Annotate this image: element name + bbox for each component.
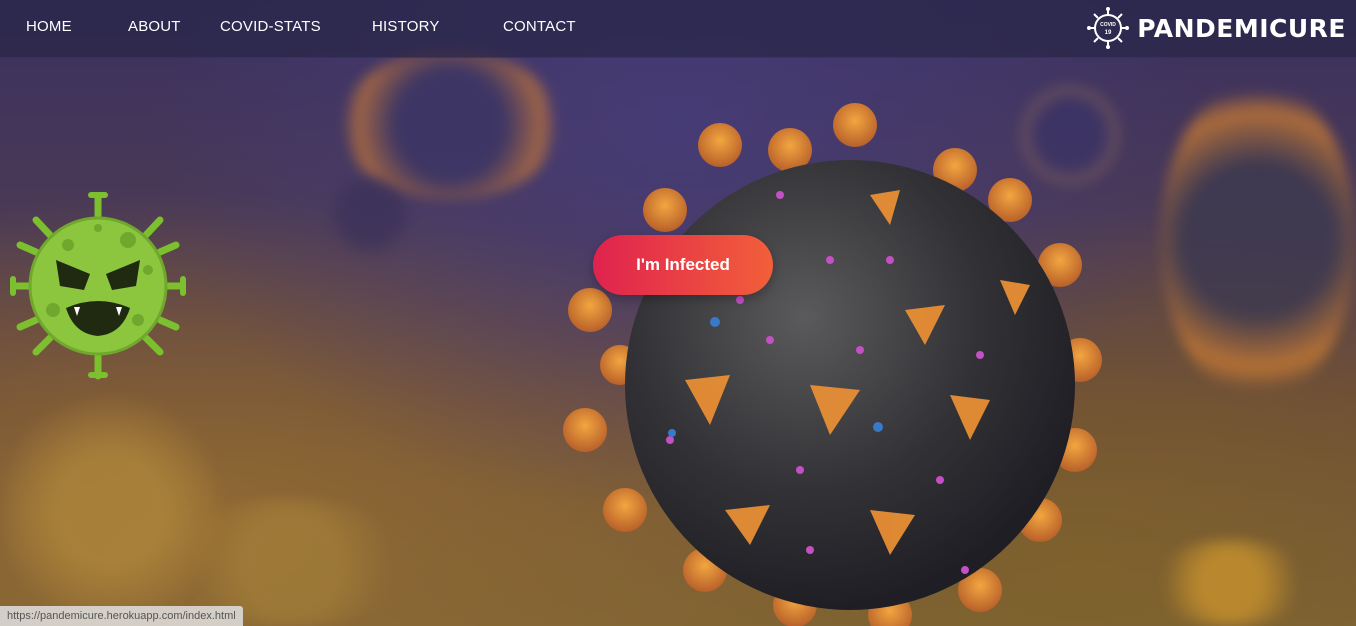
brand-name: PANDEMICURE <box>1137 13 1346 43</box>
logo-text-line1: COVID <box>1100 22 1116 28</box>
background-virus <box>330 175 410 255</box>
background-virus <box>1150 540 1310 626</box>
green-virus-mascot-icon <box>10 192 186 380</box>
logo-text-line2: 19 <box>1105 30 1112 36</box>
browser-status-url: https://pandemicure.herokuapp.com/index.… <box>0 606 243 626</box>
im-infected-button[interactable]: I'm Infected <box>593 235 773 295</box>
background-virus <box>1160 80 1356 400</box>
nav-home-link[interactable]: HOME <box>26 18 72 35</box>
nav-history-link[interactable]: HISTORY <box>372 18 440 35</box>
nav-contact-link[interactable]: CONTACT <box>503 18 576 35</box>
top-navbar: HOME ABOUT COVID-STATS HISTORY CONTACT C… <box>0 0 1356 58</box>
brand[interactable]: COVID 19 PANDEMICURE <box>1087 7 1346 49</box>
nav-about-link[interactable]: ABOUT <box>128 18 181 35</box>
nav-covid-stats-link[interactable]: COVID-STATS <box>220 18 321 35</box>
virus-logo-icon: COVID 19 <box>1087 7 1130 49</box>
main-virus-illustration <box>563 103 1102 626</box>
